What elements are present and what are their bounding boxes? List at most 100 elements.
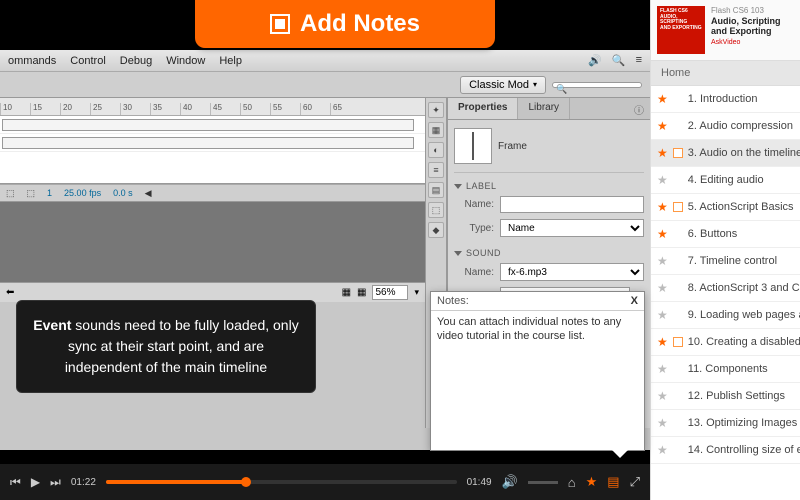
- lesson-label: 14. Controlling size of export: [688, 444, 800, 456]
- stage[interactable]: [0, 202, 425, 282]
- ruler-tick: 15: [30, 103, 60, 115]
- volume-slider[interactable]: [528, 481, 558, 484]
- star-icon[interactable]: ★: [657, 174, 668, 186]
- lesson-item[interactable]: ★ 9. Loading web pages and: [651, 302, 800, 329]
- home-icon[interactable]: ⌂: [568, 475, 576, 490]
- lesson-item[interactable]: ★13. Optimizing Images: [651, 410, 800, 437]
- lesson-item[interactable]: ★5. ActionScript Basics: [651, 194, 800, 221]
- menu-item[interactable]: Window: [166, 55, 205, 67]
- ruler-tick: 60: [300, 103, 330, 115]
- expand-icon[interactable]: ⤢: [630, 474, 640, 490]
- star-icon[interactable]: ★: [657, 309, 668, 321]
- notes-toggle-icon[interactable]: ▤: [607, 474, 619, 490]
- lesson-item[interactable]: ★2. Audio compression: [651, 113, 800, 140]
- star-icon[interactable]: ★: [657, 201, 668, 213]
- star-icon[interactable]: ★: [657, 147, 668, 159]
- help-search[interactable]: [552, 82, 642, 88]
- progress-knob[interactable]: [241, 477, 251, 487]
- tool-button[interactable]: ◐: [428, 142, 444, 158]
- close-icon[interactable]: X: [631, 295, 638, 307]
- tool-button[interactable]: ▦: [428, 122, 444, 138]
- tool-button[interactable]: ≡: [428, 162, 444, 178]
- lesson-item[interactable]: ★1. Introduction: [651, 86, 800, 113]
- sound-name-select[interactable]: fx-6.mp3: [500, 263, 644, 281]
- star-icon[interactable]: ★: [657, 336, 668, 348]
- search-icon[interactable]: 🔍: [612, 54, 626, 67]
- app-menubar[interactable]: ommands Control Debug Window Help 🔊 🔍 ≡: [0, 50, 650, 72]
- star-icon[interactable]: ★: [657, 120, 668, 132]
- progress-bar[interactable]: [106, 480, 457, 484]
- menu-extra-icon[interactable]: ≡: [636, 54, 642, 67]
- lesson-item[interactable]: ★12. Publish Settings: [651, 383, 800, 410]
- tool-button[interactable]: ▤: [428, 182, 444, 198]
- star-icon[interactable]: ★: [657, 255, 668, 267]
- frame-thumbnail: [454, 128, 492, 164]
- tab-properties[interactable]: Properties: [448, 98, 518, 119]
- tool-button[interactable]: ⬚: [428, 202, 444, 218]
- star-icon[interactable]: ★: [657, 390, 668, 402]
- back-icon[interactable]: ⬅: [6, 287, 14, 298]
- grid-icon[interactable]: ▦: [357, 287, 366, 298]
- lesson-item[interactable]: ★ 11. Components: [651, 356, 800, 383]
- notes-popup: Notes: X You can attach individual notes…: [430, 291, 645, 451]
- lesson-item[interactable]: ★4. Editing audio: [651, 167, 800, 194]
- timeline-status-bar: ⬚⬚ 1 25.00 fps 0.0 s ◀: [0, 184, 425, 202]
- video-area: Add Notes ommands Control Debug Window H…: [0, 0, 650, 500]
- course-sidebar: FLASH CS6 AUDIO, SCRIPTING AND EXPORTING…: [650, 0, 800, 500]
- menu-item[interactable]: ommands: [8, 55, 56, 67]
- lesson-item[interactable]: ★7. Timeline control: [651, 248, 800, 275]
- timeline-tracks[interactable]: [0, 116, 425, 184]
- ruler-tick: 50: [240, 103, 270, 115]
- grid-icon[interactable]: ▦: [342, 287, 351, 298]
- course-brand: AskVideo: [711, 39, 740, 47]
- tab-library[interactable]: Library: [518, 98, 570, 119]
- note-indicator-icon: [673, 337, 683, 347]
- lesson-item[interactable]: ★10. Creating a disabled button: [651, 329, 800, 356]
- timeline-ruler[interactable]: 101520253035404550556065: [0, 98, 425, 116]
- menu-item[interactable]: Control: [70, 55, 105, 67]
- section-header: LABEL: [466, 181, 497, 191]
- notes-body[interactable]: You can attach individual notes to any v…: [431, 311, 644, 348]
- lesson-list: ★1. Introduction★2. Audio compression★3.…: [651, 86, 800, 464]
- label-type-select[interactable]: Name: [500, 219, 644, 237]
- star-icon[interactable]: ★: [657, 228, 668, 240]
- timeline-layer-row[interactable]: [0, 134, 425, 152]
- sidebar-home[interactable]: Home: [651, 60, 800, 86]
- lesson-label: 11. Components: [688, 363, 768, 375]
- prev-button[interactable]: ⏮: [10, 475, 21, 490]
- tool-button[interactable]: ◆: [428, 222, 444, 238]
- star-icon[interactable]: ★: [657, 444, 668, 456]
- volume-icon[interactable]: 🔊: [588, 54, 602, 67]
- info-icon[interactable]: ⓘ: [628, 98, 650, 119]
- lesson-item[interactable]: ★ 14. Controlling size of export: [651, 437, 800, 464]
- note-indicator-icon: [673, 148, 683, 158]
- star-icon[interactable]: ★: [657, 93, 668, 105]
- play-button[interactable]: ▶: [31, 475, 40, 489]
- volume-icon[interactable]: 🔊: [502, 474, 518, 490]
- lesson-label: 9. Loading web pages and: [688, 309, 800, 321]
- course-thumbnail: FLASH CS6 AUDIO, SCRIPTING AND EXPORTING: [657, 6, 705, 54]
- star-icon[interactable]: ★: [657, 417, 668, 429]
- timeline-layer-row[interactable]: [0, 116, 425, 134]
- menu-item[interactable]: Help: [219, 55, 242, 67]
- caption-overlay: Event sounds need to be fully loaded, on…: [16, 300, 316, 393]
- workspace-switcher[interactable]: Classic Mod ▾: [460, 76, 546, 94]
- menu-item[interactable]: Debug: [120, 55, 152, 67]
- next-button[interactable]: ⏭: [50, 475, 61, 490]
- field-label: Name:: [454, 199, 494, 210]
- zoom-dropdown-icon[interactable]: ▾: [414, 287, 419, 298]
- lesson-item[interactable]: ★6. Buttons: [651, 221, 800, 248]
- course-code: Flash CS6 103: [711, 6, 794, 16]
- star-icon[interactable]: ★: [657, 282, 668, 294]
- zoom-input[interactable]: [372, 285, 408, 300]
- lesson-item[interactable]: ★3. Audio on the timeline: [651, 140, 800, 167]
- lesson-item[interactable]: ★8. ActionScript 3 and Code Snippets: [651, 275, 800, 302]
- ruler-tick: 35: [150, 103, 180, 115]
- star-icon[interactable]: ★: [657, 363, 668, 375]
- star-icon[interactable]: ★: [586, 474, 598, 490]
- ruler-tick: 55: [270, 103, 300, 115]
- stage-controls: ⬅ ▦ ▦ ▾: [0, 282, 425, 302]
- label-name-input[interactable]: [500, 196, 644, 213]
- tool-button[interactable]: ✦: [428, 102, 444, 118]
- status-fps: 25.00 fps: [64, 188, 101, 198]
